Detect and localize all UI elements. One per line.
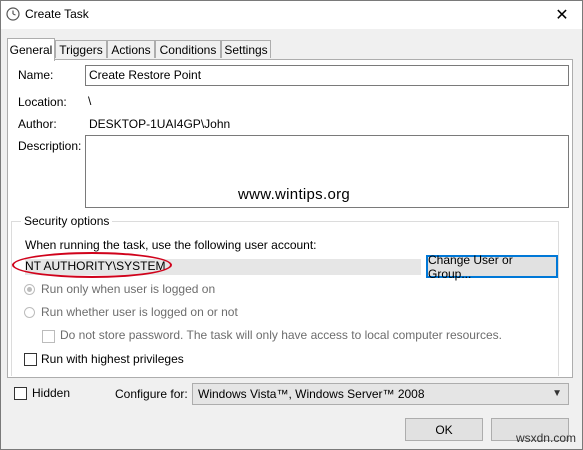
corner-watermark: wsxdn.com [515, 431, 576, 445]
close-icon: ✕ [555, 7, 569, 24]
location-label: Location: [18, 95, 67, 109]
author-value: DESKTOP-1UAI4GP\John [89, 117, 231, 131]
watermark-text: www.wintips.org [238, 186, 351, 203]
account-prompt: When running the task, use the following… [25, 238, 317, 252]
author-label: Author: [18, 117, 57, 131]
create-task-dialog: Create Task ✕ General Triggers Actions C… [0, 0, 583, 450]
hidden-label: Hidden [32, 386, 71, 400]
location-value: \ [88, 94, 92, 108]
security-options-label: Security options [21, 214, 113, 228]
no-store-password-label: Do not store password. The task will onl… [60, 328, 502, 342]
description-label: Description: [18, 139, 82, 153]
tab-triggers[interactable]: Triggers [55, 40, 107, 58]
name-field[interactable]: Create Restore Point [85, 65, 569, 86]
configure-for-value: Windows Vista™, Windows Server™ 2008 [198, 387, 425, 401]
change-user-button[interactable]: Change User or Group... [426, 253, 558, 281]
user-account-value: NT AUTHORITY\SYSTEM [25, 259, 166, 273]
ok-button[interactable]: OK [405, 418, 483, 441]
run-whether-logged-on-radio[interactable] [24, 307, 35, 318]
configure-for-label: Configure for: [115, 387, 188, 401]
name-label: Name: [18, 68, 54, 82]
tab-conditions[interactable]: Conditions [155, 40, 221, 58]
no-store-password-checkbox[interactable] [42, 330, 55, 343]
configure-for-select[interactable]: Windows Vista™, Windows Server™ 2008 ▼ [192, 383, 569, 405]
title-bar: Create Task ✕ [1, 1, 582, 29]
tab-general[interactable]: General [7, 38, 55, 61]
window-title: Create Task [25, 7, 89, 21]
run-whether-logged-on-label: Run whether user is logged on or not [41, 305, 238, 319]
hidden-checkbox[interactable] [14, 387, 27, 400]
chevron-down-icon: ▼ [552, 388, 562, 399]
run-only-logged-on-label: Run only when user is logged on [41, 282, 216, 296]
close-button[interactable]: ✕ [542, 1, 582, 29]
tab-settings[interactable]: Settings [221, 40, 271, 58]
clock-icon [6, 7, 20, 21]
tab-actions[interactable]: Actions [107, 40, 155, 58]
run-only-logged-on-radio[interactable] [24, 284, 35, 295]
highest-privileges-checkbox[interactable] [24, 353, 37, 366]
name-value: Create Restore Point [89, 68, 202, 82]
highest-privileges-label: Run with highest privileges [41, 352, 184, 366]
